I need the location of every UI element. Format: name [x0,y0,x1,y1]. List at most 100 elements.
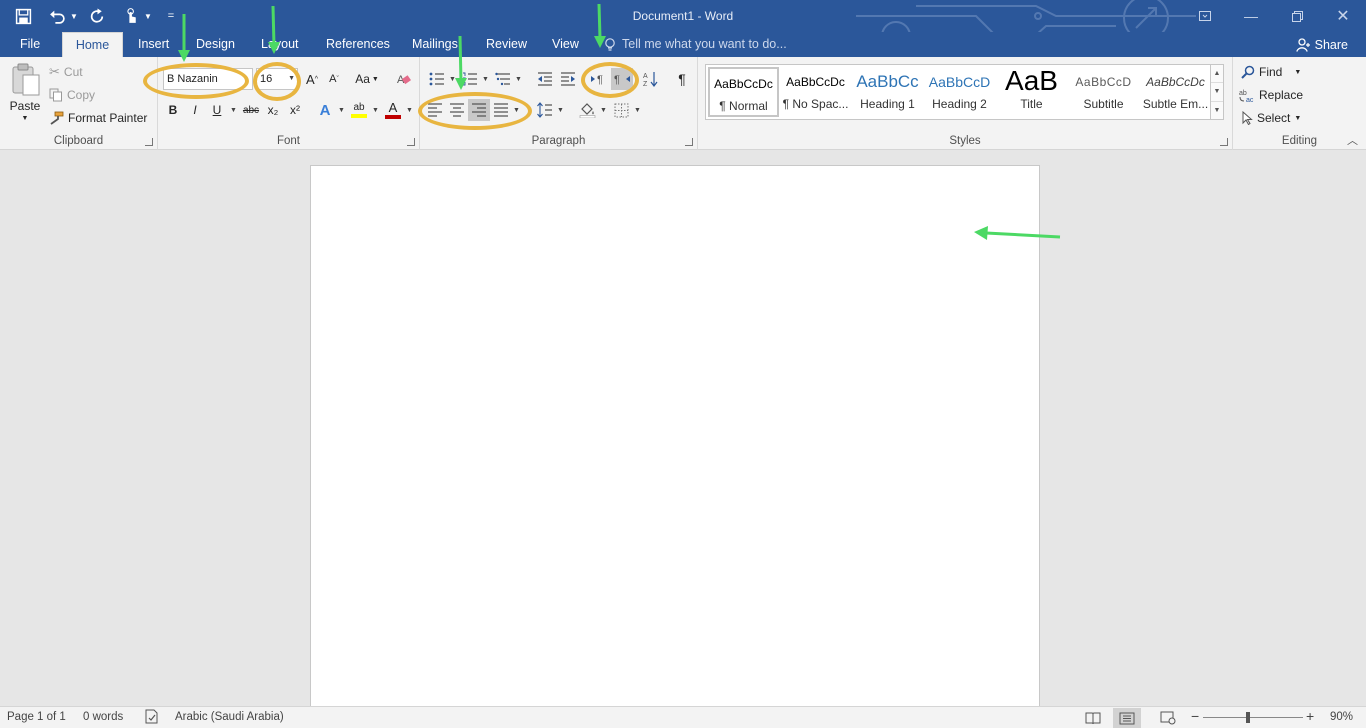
increase-indent-button[interactable] [557,68,579,90]
font-color-chevron-icon[interactable]: ▼ [406,107,413,114]
sort-az-icon: AZ [643,72,658,87]
borders-button[interactable] [610,99,632,121]
text-effects-chevron-icon[interactable]: ▼ [338,107,345,114]
find-button[interactable]: Find ▼ [1241,61,1301,83]
show-hide-marks-button[interactable]: ¶ [671,68,693,90]
tab-view[interactable]: View [542,32,589,57]
tab-design[interactable]: Design [186,32,245,57]
font-size-value: 16 [260,73,273,85]
underline-button[interactable]: U [206,99,228,121]
align-left-button[interactable] [424,99,446,121]
numbering-chevron-icon[interactable]: ▼ [482,76,489,83]
style-sample: AaBbCcDc [786,75,845,89]
style-subtle-emphasis[interactable]: AaBbCcDc Subtle Em... [1140,67,1211,117]
svg-text:¶: ¶ [614,74,620,86]
highlight-chevron-icon[interactable]: ▼ [372,107,379,114]
font-name-combo[interactable]: B Nazanin [163,68,253,90]
copy-button[interactable]: Copy [49,84,95,106]
style-subtitle[interactable]: AaBbCcD Subtitle [1068,67,1139,117]
multilevel-chevron-icon[interactable]: ▼ [515,76,522,83]
format-painter-button[interactable]: Format Painter [49,107,147,129]
style-title[interactable]: AaB Title [996,67,1067,117]
web-layout-button[interactable] [1154,708,1182,728]
read-mode-button[interactable] [1079,708,1107,728]
subscript-button[interactable]: x₂ [262,99,284,121]
clear-formatting-button[interactable]: A [393,68,415,90]
ltr-direction-button[interactable]: ¶ [588,68,610,90]
restore-button[interactable] [1274,0,1320,32]
svg-text:ac: ac [1246,97,1254,103]
numbering-button[interactable] [459,68,481,90]
zoom-level[interactable]: 90% [1330,711,1353,723]
align-center-button[interactable] [446,99,468,121]
ribbon-display-options-button[interactable] [1182,0,1228,32]
paste-button[interactable]: Paste ▼ [6,61,44,129]
paragraph-launcher-icon[interactable] [685,138,693,146]
superscript-button[interactable]: x² [284,99,306,121]
tab-layout[interactable]: Layout [251,32,309,57]
strikethrough-button[interactable]: abc [240,99,262,121]
style-heading-1[interactable]: AaBbCc Heading 1 [852,67,923,117]
text-effects-button[interactable]: A [314,99,336,121]
borders-chevron-icon[interactable]: ▼ [634,107,641,114]
line-spacing-chevron-icon[interactable]: ▼ [557,107,564,114]
cut-button[interactable]: ✂ Cut [49,61,83,83]
word-count[interactable]: 0 words [83,711,123,723]
document-page[interactable] [310,165,1040,706]
highlight-button[interactable]: ab [348,99,370,121]
tab-review[interactable]: Review [476,32,537,57]
style-no-spacing[interactable]: AaBbCcDc ¶ No Spac... [780,67,851,117]
italic-button[interactable]: I [184,99,206,121]
styles-launcher-icon[interactable] [1220,138,1228,146]
minimize-button[interactable]: — [1228,0,1274,32]
justify-chevron-icon[interactable]: ▼ [513,107,520,114]
print-layout-button[interactable] [1113,708,1141,728]
tab-file[interactable]: File [10,32,50,57]
zoom-in-button[interactable]: + [1306,708,1314,724]
font-color-button[interactable]: A [382,99,404,121]
multilevel-list-button[interactable] [492,68,514,90]
font-launcher-icon[interactable] [407,138,415,146]
grow-font-button[interactable]: A ^ [301,68,323,90]
collapse-ribbon-icon[interactable]: ︿ [1347,132,1358,148]
decrease-indent-button[interactable] [534,68,556,90]
line-spacing-button[interactable] [534,99,556,121]
zoom-out-button[interactable]: − [1191,708,1199,724]
shading-button[interactable] [576,99,598,121]
share-button[interactable]: Share [1295,32,1348,57]
tab-mailings[interactable]: Mailings [402,32,468,57]
editing-group: Find ▼ ab ac Replace Select ▼ Editing ︿ [1233,57,1366,150]
tab-insert[interactable]: Insert [128,32,179,57]
gallery-down-icon[interactable]: ▼ [1211,83,1223,102]
shading-chevron-icon[interactable]: ▼ [600,107,607,114]
bullets-button[interactable] [426,68,448,90]
tab-home[interactable]: Home [62,32,123,57]
tab-references[interactable]: References [316,32,400,57]
cursor-arrow-icon [1242,111,1253,125]
sort-button[interactable]: AZ [640,68,662,90]
change-case-button[interactable]: Aa ▼ [353,68,381,90]
language-indicator[interactable]: Arabic (Saudi Arabia) [175,711,284,723]
shrink-font-button[interactable]: Aˇ [323,68,345,90]
font-size-combo[interactable]: 16 ▼ [256,68,298,90]
style-heading-2[interactable]: AaBbCcD Heading 2 [924,67,995,117]
zoom-slider-track[interactable] [1203,717,1303,718]
align-left-icon [428,103,442,117]
close-button[interactable]: ✕ [1320,0,1366,32]
gallery-more-icon[interactable]: ▼ [1211,102,1223,119]
bullets-chevron-icon[interactable]: ▼ [449,76,456,83]
underline-chevron-icon[interactable]: ▼ [230,107,237,114]
style-normal[interactable]: AaBbCcDc ¶ Normal [708,67,779,117]
bold-button[interactable]: B [162,99,184,121]
rtl-direction-button[interactable]: ¶ [611,68,633,90]
page-count[interactable]: Page 1 of 1 [7,711,66,723]
zoom-slider-thumb[interactable] [1246,712,1250,723]
align-right-button[interactable] [468,99,490,121]
select-button[interactable]: Select ▼ [1241,107,1301,129]
gallery-up-icon[interactable]: ▲ [1211,65,1223,84]
proofing-icon[interactable] [144,709,160,727]
tell-me-box[interactable]: Tell me what you want to do... [604,32,787,57]
clipboard-launcher-icon[interactable] [145,138,153,146]
justify-button[interactable] [490,99,512,121]
replace-button[interactable]: ab ac Replace [1239,84,1303,106]
